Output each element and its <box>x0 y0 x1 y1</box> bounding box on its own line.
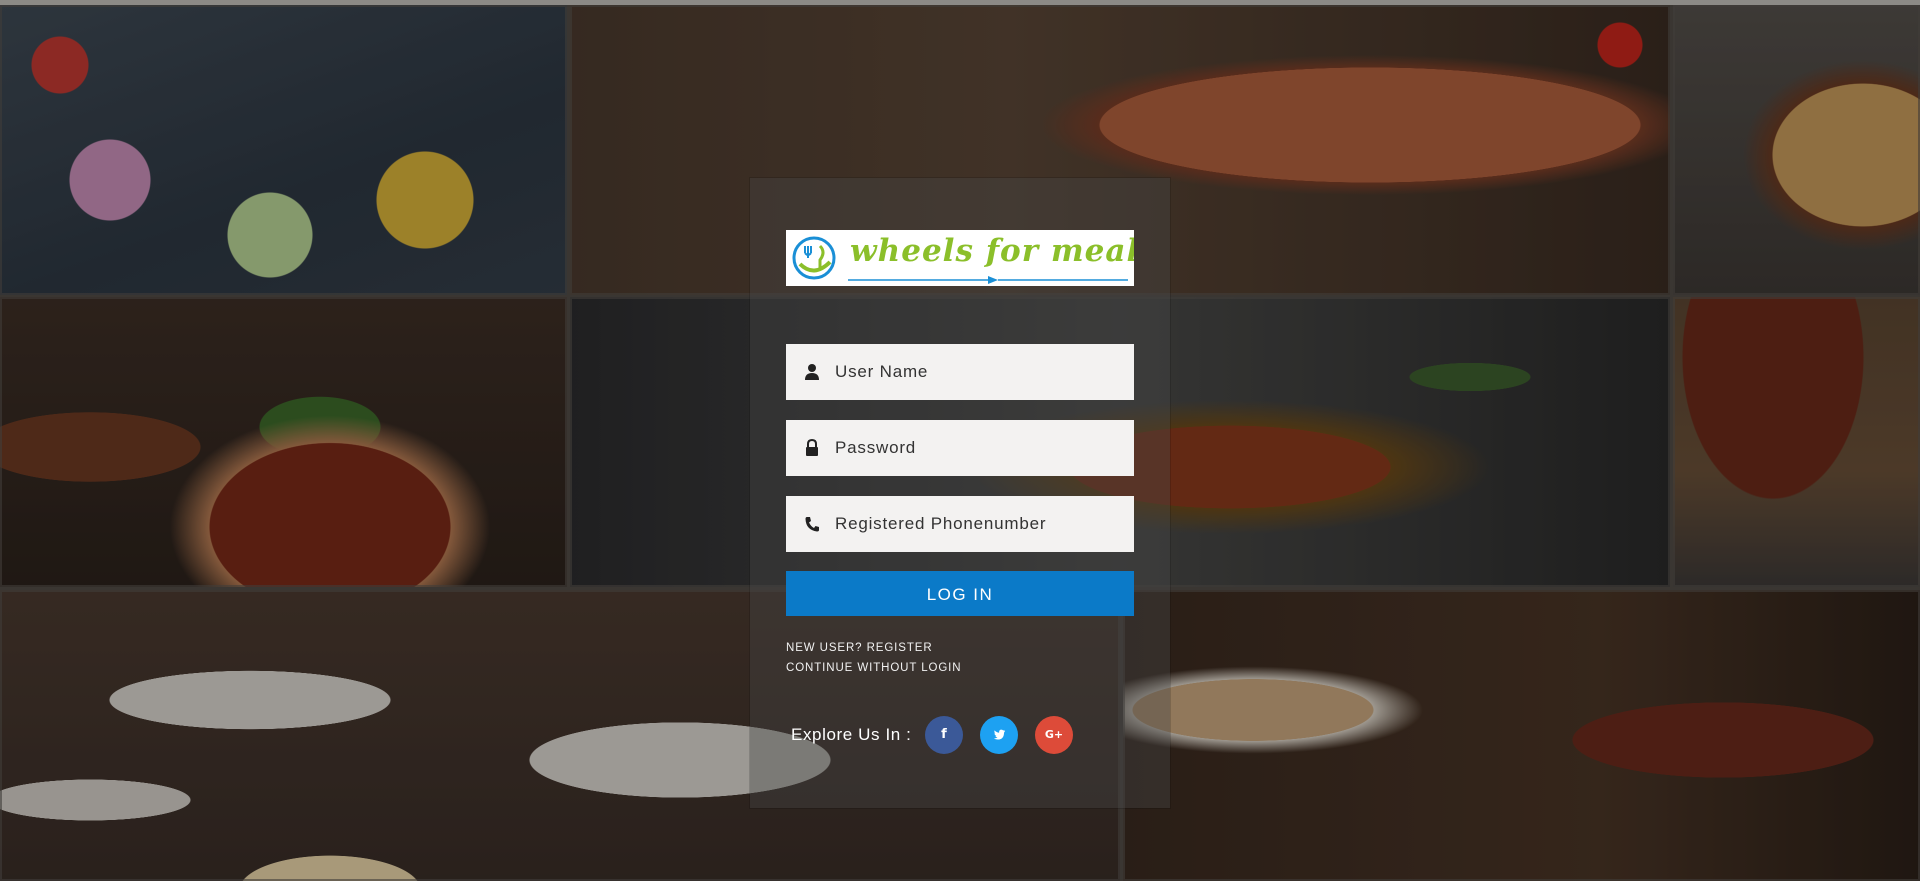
phone-input[interactable] <box>835 496 1125 552</box>
username-field[interactable] <box>786 344 1134 400</box>
user-icon <box>805 364 819 380</box>
bg-tile-ice-cream <box>0 5 567 295</box>
login-button[interactable]: LOG IN <box>786 571 1134 616</box>
brand-underline <box>848 276 1128 284</box>
google-plus-icon: G+ <box>1044 728 1064 741</box>
twitter-button[interactable] <box>980 716 1018 754</box>
continue-without-login-link[interactable]: CONTINUE WITHOUT LOGIN <box>786 662 961 674</box>
register-link[interactable]: NEW USER? REGISTER <box>786 642 933 654</box>
bg-tile-chicken <box>0 297 567 587</box>
password-field[interactable] <box>786 420 1134 476</box>
login-page: wheels for meals User Name Registered Ph… <box>0 0 1920 881</box>
lock-icon <box>806 439 818 456</box>
facebook-icon: f <box>941 727 947 742</box>
google-plus-button[interactable]: G+ <box>1035 716 1073 754</box>
phone-icon <box>805 517 819 532</box>
username-input[interactable] <box>835 344 1125 400</box>
brand-wordmark: wheels for meals <box>850 233 1134 269</box>
fork-knife-wheel-icon <box>792 236 836 280</box>
bg-tile-burger <box>1673 5 1920 295</box>
explore-label: Explore Us In : <box>791 725 912 744</box>
twitter-icon <box>993 729 1005 740</box>
bg-tile-steak <box>1123 590 1920 881</box>
bg-tile-dessert <box>1673 297 1920 587</box>
brand-logo: wheels for meals <box>786 230 1134 286</box>
facebook-button[interactable]: f <box>925 716 963 754</box>
password-input[interactable] <box>835 420 1125 476</box>
phone-field[interactable] <box>786 496 1134 552</box>
login-card: wheels for meals User Name Registered Ph… <box>750 178 1170 808</box>
